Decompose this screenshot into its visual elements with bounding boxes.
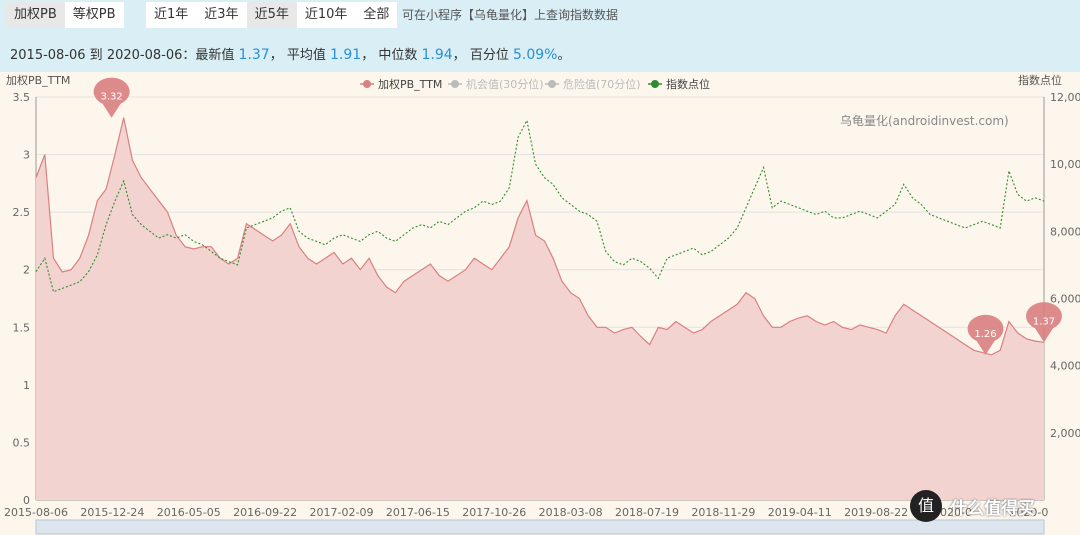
chart-canvas: 00.511.522.533.52,0004,0006,0008,00010,0… — [4, 73, 1080, 535]
y-tick-left: 1.5 — [13, 321, 31, 334]
x-tick: 2015-12-24 — [80, 506, 144, 519]
stats-sep: ， — [452, 48, 466, 63]
legend-label: 指数点位 — [666, 77, 710, 91]
range-switch: 近1年 近3年 近5年 近10年 全部 — [146, 2, 398, 28]
pb-weighted-button[interactable]: 加权PB — [6, 2, 65, 28]
miniprogram-hint: 可在小程序【乌龟量化】上查询指数数据 — [402, 8, 619, 22]
stats-period: 2015-08-06 到 2020-08-06： — [10, 48, 196, 63]
site-logo-text: 什么值得买 — [950, 499, 1035, 519]
y-tick-right: 6,000 — [1050, 293, 1080, 306]
y-tick-right: 4,000 — [1050, 360, 1080, 373]
median-label: 中位数 — [378, 48, 418, 63]
range-1y-button[interactable]: 近1年 — [146, 2, 196, 28]
range-5y-button[interactable]: 近5年 — [246, 2, 297, 28]
toolbar: 加权PB 等权PB 近1年 近3年 近5年 近10年 全部 可在小程序【乌龟量化… — [0, 0, 1080, 72]
x-tick: 2019-04-11 — [768, 506, 832, 519]
latest-label: 最新值 — [195, 48, 235, 63]
y-tick-right: 2,000 — [1050, 427, 1080, 440]
value-marker-label: 3.32 — [100, 92, 122, 103]
x-tick: 2019-08-22 — [844, 506, 908, 519]
y-tick-right: 8,000 — [1050, 225, 1080, 238]
pb-equal-button[interactable]: 等权PB — [65, 2, 124, 28]
stats-sep: ， — [269, 48, 283, 63]
x-tick: 2018-07-19 — [615, 506, 679, 519]
range-10y-button[interactable]: 近10年 — [297, 2, 356, 28]
y-axis-left-title: 加权PB_TTM — [6, 74, 70, 87]
y-axis-right-title: 指数点位 — [1018, 73, 1062, 87]
value-marker-label: 1.37 — [1033, 316, 1055, 327]
x-tick: 2018-11-29 — [691, 506, 755, 519]
stats-end: 。 — [557, 48, 571, 63]
x-tick: 2016-05-05 — [157, 506, 221, 519]
legend-label: 加权PB_TTM — [378, 78, 442, 91]
legend-swatch — [651, 80, 659, 88]
pb-chart: 0 0.5 1 1.5 2 2.5 3 3.5 2,000 4,000 6,000 8,000 10,0… — [0, 72, 1080, 535]
pb-type-switch: 加权PB 等权PB — [6, 2, 124, 28]
range-3y-button[interactable]: 近3年 — [196, 2, 246, 28]
x-tick: 2018-03-08 — [539, 506, 603, 519]
avg-label: 平均值 — [286, 48, 326, 63]
x-tick: 2017-06-15 — [386, 506, 450, 519]
avg-value: 1.91 — [330, 47, 362, 63]
value-marker-label: 1.26 — [974, 329, 996, 340]
percentile-value: 5.09% — [512, 47, 558, 63]
x-tick: 2015-08-06 — [4, 506, 68, 519]
y-tick-right: 12,000 — [1050, 91, 1080, 104]
legend-swatch — [548, 80, 556, 88]
y-tick-left: 3.5 — [13, 91, 31, 104]
y-tick-left: 1 — [23, 379, 30, 392]
y-tick-right: 10,000 — [1050, 158, 1080, 171]
y-tick-left: 0.5 — [13, 436, 31, 449]
legend-swatch — [451, 80, 459, 88]
stats-summary: 2015-08-06 到 2020-08-06：最新值 1.37， 平均值 1.… — [10, 44, 570, 63]
latest-value: 1.37 — [238, 47, 270, 63]
pb-area — [36, 117, 1044, 500]
median-value: 1.94 — [421, 47, 453, 63]
y-tick-left: 2 — [23, 264, 30, 277]
range-all-button[interactable]: 全部 — [355, 2, 397, 28]
legend-label: 机会值(30分位) — [466, 77, 544, 91]
stats-sep: ， — [361, 48, 375, 63]
watermark: 乌龟量化(androidinvest.com) — [840, 114, 1009, 128]
legend-swatch — [363, 80, 371, 88]
site-logo-icon: 值 — [910, 490, 942, 522]
x-tick: 2017-02-09 — [310, 506, 374, 519]
legend-label: 危险值(70分位) — [563, 77, 641, 91]
y-tick-left: 3 — [23, 149, 30, 162]
percentile-label: 百分位 — [469, 48, 509, 63]
zoom-slider — [35, 519, 1045, 535]
y-tick-left: 2.5 — [13, 206, 31, 219]
x-tick: 2017-10-26 — [462, 506, 526, 519]
x-tick: 2016-09-22 — [233, 506, 297, 519]
